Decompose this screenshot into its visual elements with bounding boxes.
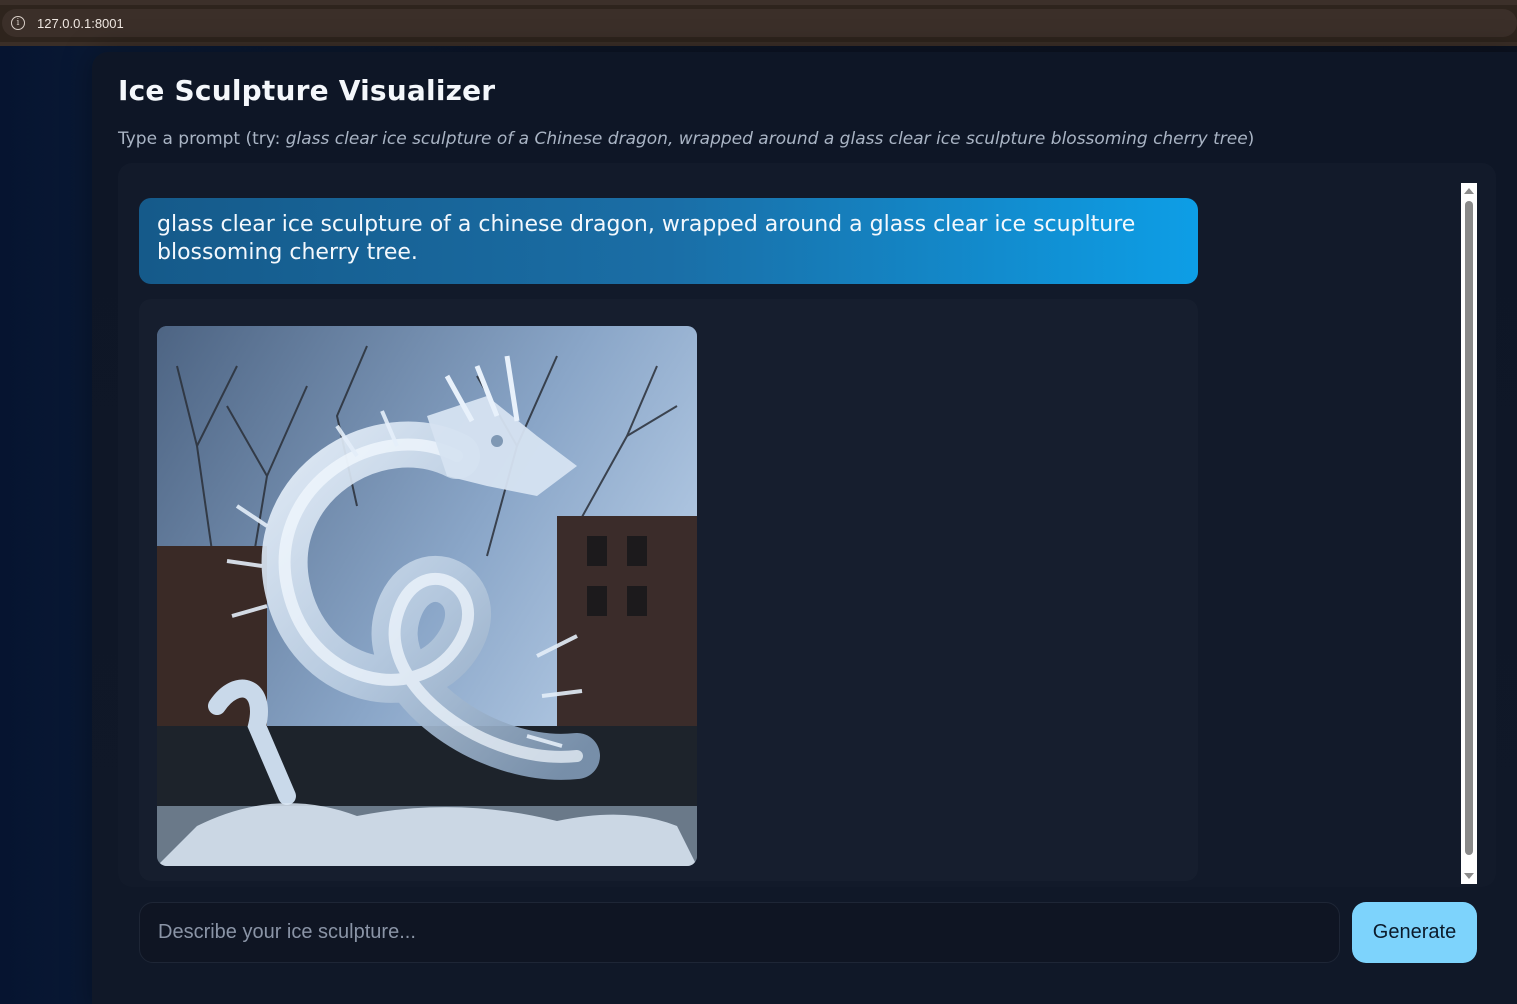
chat-scrollbar[interactable]: [1461, 183, 1477, 884]
assistant-message: [139, 299, 1198, 881]
user-message: glass clear ice sculpture of a chinese d…: [139, 198, 1198, 284]
subtitle-example: glass clear ice sculpture of a Chinese d…: [285, 129, 1248, 149]
page-title: Ice Sculpture Visualizer: [118, 74, 496, 107]
scroll-thumb[interactable]: [1465, 201, 1473, 855]
page-subtitle: Type a prompt (try: glass clear ice scul…: [118, 129, 1254, 149]
address-bar[interactable]: i 127.0.0.1:8001: [2, 9, 1517, 37]
ice-dragon-sculpture-image[interactable]: [157, 326, 697, 866]
chat-messages[interactable]: glass clear ice sculpture of a chinese d…: [139, 183, 1461, 883]
scroll-up-arrow-icon[interactable]: [1464, 188, 1474, 194]
browser-toolbar: i 127.0.0.1:8001: [0, 0, 1517, 46]
site-info-icon[interactable]: i: [11, 16, 25, 30]
subtitle-suffix: ): [1247, 129, 1255, 149]
url-text[interactable]: 127.0.0.1:8001: [37, 16, 124, 31]
scroll-down-arrow-icon[interactable]: [1464, 873, 1474, 879]
subtitle-prefix: Type a prompt (try:: [118, 129, 286, 149]
prompt-input[interactable]: [139, 902, 1340, 963]
generate-button[interactable]: Generate: [1352, 902, 1477, 963]
